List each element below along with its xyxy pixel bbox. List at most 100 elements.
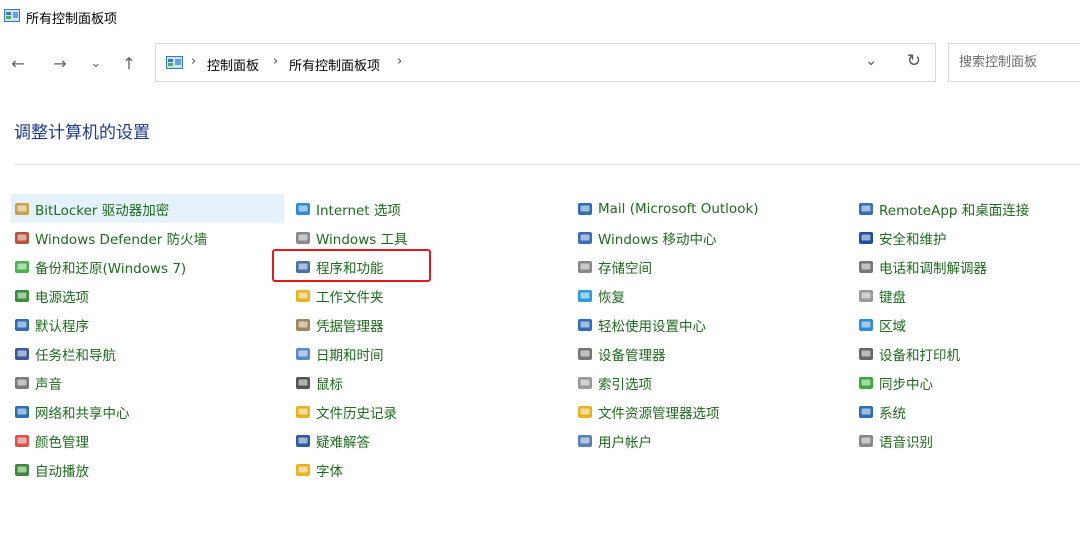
control-panel-item-label: 恢复	[598, 289, 625, 306]
default-programs-icon	[14, 317, 30, 333]
control-panel-item[interactable]: 疑难解答	[292, 426, 442, 455]
storage-icon	[577, 259, 593, 275]
control-panel-item[interactable]: 程序和功能	[292, 252, 442, 281]
control-panel-item[interactable]: 电源选项	[11, 281, 284, 310]
control-panel-item-label: 任务栏和导航	[35, 347, 116, 364]
control-panel-item-label: 用户帐户	[598, 434, 652, 451]
control-panel-item-label: 语音识别	[879, 434, 933, 451]
control-panel-item-label: 鼠标	[316, 376, 343, 393]
troubleshoot-icon	[295, 433, 311, 449]
control-panel-item[interactable]: 文件资源管理器选项	[574, 397, 804, 426]
control-panel-item[interactable]: 声音	[11, 368, 284, 397]
control-panel-item[interactable]: 用户帐户	[574, 426, 804, 455]
control-panel-item-label: 键盘	[879, 289, 906, 306]
firewall-icon	[14, 230, 30, 246]
control-panel-icon	[4, 9, 20, 22]
control-panel-item-label: 疑难解答	[316, 434, 370, 451]
search-input[interactable]	[957, 54, 1080, 71]
control-panel-item-label: 字体	[316, 463, 343, 480]
breadcrumb-all-items[interactable]: 所有控制面板项	[289, 55, 380, 74]
control-panel-item[interactable]: 字体	[292, 455, 442, 484]
control-panel-item[interactable]: 文件历史记录	[292, 397, 442, 426]
up-button[interactable]: ↑	[117, 52, 141, 74]
control-panel-item[interactable]: 区域	[855, 310, 1065, 339]
control-panel-item[interactable]: Mail (Microsoft Outlook)	[574, 194, 804, 223]
divider	[14, 164, 1080, 165]
control-panel-item[interactable]: 索引选项	[574, 368, 804, 397]
control-panel-item[interactable]: 凭据管理器	[292, 310, 442, 339]
control-panel-item-label: 存储空间	[598, 260, 652, 277]
work-folders-icon	[295, 288, 311, 304]
control-panel-item-label: 默认程序	[35, 318, 89, 335]
control-panel-item-label: 自动播放	[35, 463, 89, 480]
control-panel-item[interactable]: 日期和时间	[292, 339, 442, 368]
control-panel-item[interactable]: 鼠标	[292, 368, 442, 397]
control-panel-item[interactable]: 电话和调制解调器	[855, 252, 1065, 281]
control-panel-item-label: Windows 工具	[316, 231, 408, 248]
control-panel-item-label: 程序和功能	[316, 260, 384, 277]
control-panel-item[interactable]: 自动播放	[11, 455, 284, 484]
mail-icon	[577, 201, 593, 217]
address-bar[interactable]: › 控制面板 › 所有控制面板项 › ⌄ ↻	[155, 43, 936, 82]
forward-button[interactable]: →	[48, 52, 72, 74]
control-panel-item[interactable]: 同步中心	[855, 368, 1065, 397]
programs-features-icon	[295, 259, 311, 275]
breadcrumb-control-panel[interactable]: 控制面板	[207, 55, 259, 74]
control-panel-item[interactable]: 颜色管理	[11, 426, 284, 455]
control-panel-item[interactable]: 恢复	[574, 281, 804, 310]
control-panel-item-label: 电源选项	[35, 289, 89, 306]
color-management-icon	[14, 433, 30, 449]
control-panel-item-label: 声音	[35, 376, 62, 393]
control-panel-item[interactable]: 默认程序	[11, 310, 284, 339]
backup-icon	[14, 259, 30, 275]
breadcrumb-separator: ›	[273, 54, 279, 69]
control-panel-item-label: RemoteApp 和桌面连接	[879, 202, 1030, 219]
control-panel-item[interactable]: 轻松使用设置中心	[574, 310, 804, 339]
control-panel-item-label: 系统	[879, 405, 906, 422]
control-panel-item[interactable]: 存储空间	[574, 252, 804, 281]
control-panel-item[interactable]: BitLocker 驱动器加密	[11, 194, 284, 223]
search-box[interactable]	[948, 43, 1080, 82]
taskbar-icon	[14, 346, 30, 362]
control-panel-item[interactable]: 系统	[855, 397, 1065, 426]
control-panel-item[interactable]: Windows 工具	[292, 223, 442, 252]
control-panel-item-label: 设备和打印机	[879, 347, 960, 364]
control-panel-item[interactable]: Windows Defender 防火墙	[11, 223, 284, 252]
control-panel-item[interactable]: 语音识别	[855, 426, 1065, 455]
network-icon	[14, 404, 30, 420]
control-panel-item[interactable]: 设备和打印机	[855, 339, 1065, 368]
font-icon	[295, 462, 311, 478]
control-panel-item[interactable]: 备份和还原(Windows 7)	[11, 252, 284, 281]
control-panel-item[interactable]: 安全和维护	[855, 223, 1065, 252]
control-panel-item-label: 安全和维护	[879, 231, 947, 248]
control-panel-item-label: 文件资源管理器选项	[598, 405, 720, 422]
autoplay-icon	[14, 462, 30, 478]
control-panel-item[interactable]: RemoteApp 和桌面连接	[855, 194, 1065, 223]
control-panel-item[interactable]: 任务栏和导航	[11, 339, 284, 368]
back-button[interactable]: ←	[6, 52, 30, 74]
recovery-icon	[577, 288, 593, 304]
control-panel-icon	[166, 56, 183, 69]
control-panel-item[interactable]: Windows 移动中心	[574, 223, 804, 252]
address-dropdown-button[interactable]: ⌄	[865, 53, 877, 69]
user-accounts-icon	[577, 433, 593, 449]
control-panel-item-label: 区域	[879, 318, 906, 335]
refresh-button[interactable]: ↻	[907, 51, 921, 71]
control-panel-item[interactable]: 键盘	[855, 281, 1065, 310]
control-panel-item[interactable]: 工作文件夹	[292, 281, 442, 310]
clock-icon	[295, 346, 311, 362]
microphone-icon	[858, 433, 874, 449]
control-panel-item[interactable]: 设备管理器	[574, 339, 804, 368]
control-panel-item-label: Internet 选项	[316, 202, 401, 219]
control-panel-item-label: Windows 移动中心	[598, 231, 717, 248]
ease-of-access-icon	[577, 317, 593, 333]
mouse-icon	[295, 375, 311, 391]
control-panel-item[interactable]: 网络和共享中心	[11, 397, 284, 426]
recent-locations-button[interactable]: ⌄	[84, 52, 108, 74]
breadcrumb-separator[interactable]: ›	[397, 54, 402, 69]
control-panel-item[interactable]: Internet 选项	[292, 194, 442, 223]
control-panel-item-label: Windows Defender 防火墙	[35, 231, 208, 248]
tools-icon	[295, 230, 311, 246]
control-panel-item-label: 轻松使用设置中心	[598, 318, 706, 335]
title-bar: 所有控制面板项	[0, 0, 1080, 36]
